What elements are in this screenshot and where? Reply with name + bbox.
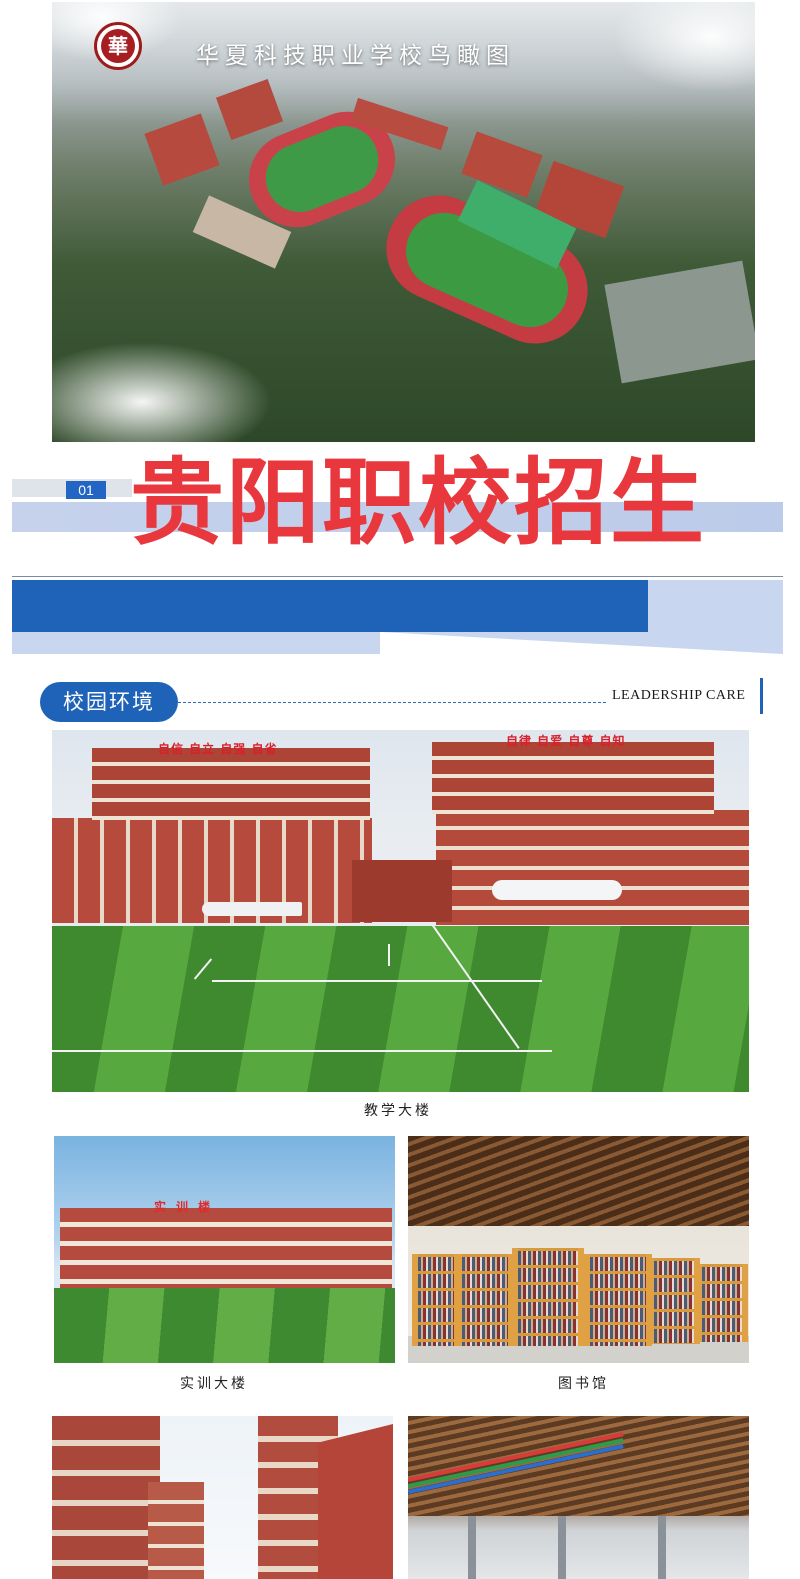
training-building-photo: 实训楼	[54, 1136, 395, 1363]
training-building	[60, 1208, 392, 1288]
sports-field	[52, 924, 749, 1092]
bookshelf	[696, 1264, 748, 1342]
cloud	[52, 342, 272, 442]
building	[148, 1482, 204, 1579]
blue-band-dark	[12, 580, 648, 632]
building	[52, 1416, 160, 1579]
section-heading-pill: 校园环境	[40, 682, 178, 722]
field-line	[388, 944, 390, 966]
field-line	[193, 958, 213, 980]
building-right-upper	[432, 742, 714, 814]
field-line	[52, 1050, 552, 1052]
banner-title: 贵阳职校招生	[130, 449, 707, 558]
campus-buildings-photo	[52, 1416, 393, 1579]
building-right-lower	[436, 810, 749, 925]
aerial-title: 华夏科技职业学校鸟瞰图	[196, 43, 515, 69]
subtitle-accent-bar	[760, 678, 763, 714]
lawn	[54, 1288, 395, 1363]
caption-library: 图书馆	[558, 1376, 609, 1392]
field-line	[212, 980, 542, 982]
dashed-divider	[178, 702, 606, 703]
aerial-view-image: 華 华夏科技职业学校鸟瞰图	[52, 2, 755, 442]
slogan-left: 自信 自立 自强 自省	[158, 742, 278, 756]
main-gate	[352, 860, 452, 922]
bookshelf	[512, 1248, 584, 1346]
divider	[12, 576, 783, 577]
bookshelf	[648, 1258, 700, 1344]
slogan-right: 自律 自爱 自尊 自知	[506, 734, 626, 748]
wood-ceiling	[408, 1136, 749, 1226]
caption-training-building: 实训大楼	[180, 1376, 248, 1392]
pillar	[468, 1516, 476, 1579]
pillar	[658, 1516, 666, 1579]
teaching-building-photo: 自信 自立 自强 自省 自律 自爱 自尊 自知	[52, 730, 749, 1092]
building	[144, 113, 220, 186]
bookshelf	[584, 1254, 652, 1346]
section-subtitle: LEADERSHIP CARE	[612, 688, 746, 703]
bookshelf	[456, 1254, 514, 1346]
field-line	[432, 924, 520, 1049]
bookshelf	[412, 1254, 460, 1346]
library-photo	[408, 1136, 749, 1363]
parking-lot	[604, 260, 755, 384]
building-left-upper	[92, 748, 370, 820]
hall-interior-photo	[408, 1416, 749, 1579]
building-sign: 实训楼	[154, 1200, 221, 1214]
emblem-char: 華	[101, 29, 135, 63]
pillar	[558, 1516, 566, 1579]
building	[318, 1424, 393, 1579]
section-number-badge: 01	[66, 481, 106, 499]
school-emblem: 華	[94, 22, 142, 70]
airplane	[492, 880, 622, 900]
caption-teaching-building: 教学大楼	[364, 1103, 432, 1119]
train-model	[202, 902, 302, 916]
